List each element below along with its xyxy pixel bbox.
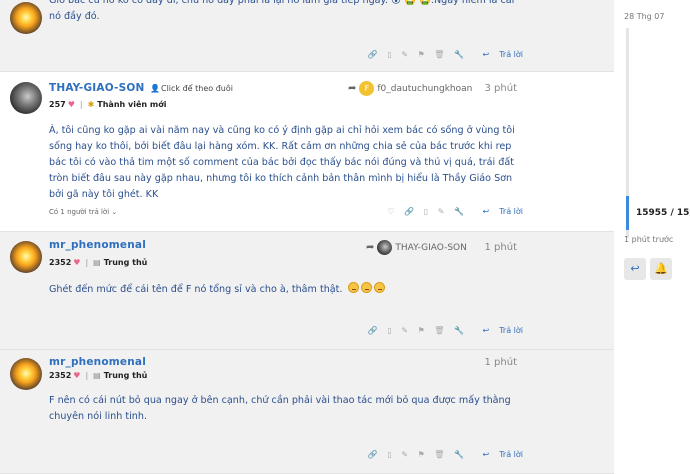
post: mr_phenomenal 2352 ♥ | ▤ Trung thủ 1 phút F … xyxy=(0,350,614,474)
reply-to-link[interactable]: ➦ THAY-GIAO-SON xyxy=(366,240,467,255)
replies-toggle[interactable]: Có 1 người trả lời ⌄ xyxy=(49,208,117,216)
emoji-icon xyxy=(373,282,385,293)
reply-arrow-icon: ➦ xyxy=(366,242,375,253)
timeline-position: 15955 / 1599 xyxy=(636,208,690,218)
avatar[interactable] xyxy=(10,358,42,390)
bookmark-icon[interactable]: ▯ xyxy=(424,207,428,216)
post-actions: 🔗 ▯ ✎ ⚑ 🗑 🔧 ↩ Trả lời xyxy=(361,450,523,459)
reply-topic-button[interactable]: ↩ xyxy=(624,258,646,280)
post-actions: ♡ 🔗 ▯ ✎ 🔧 ↩ Trả lời xyxy=(381,207,523,216)
reply-arrow-icon: ↩ xyxy=(482,207,490,216)
bookmark-icon[interactable]: ▯ xyxy=(387,450,391,459)
avatar[interactable] xyxy=(10,82,42,114)
badge-icon: ▤ xyxy=(93,258,101,267)
post-body: À, tôi cũng ko gặp ai vài năm nay và cũn… xyxy=(49,125,515,200)
reply-arrow-icon: ↩ xyxy=(482,50,490,59)
post-stream: Gió bác cứ nó ko có đầy đi, chứ nó đầy p… xyxy=(0,0,614,474)
edit-icon[interactable]: ✎ xyxy=(438,207,445,216)
reply-to-avatar: F xyxy=(359,81,375,96)
wrench-icon[interactable]: 🔧 xyxy=(454,326,464,335)
edit-icon[interactable]: ✎ xyxy=(401,50,408,59)
link-icon[interactable]: 🔗 xyxy=(368,50,378,59)
username[interactable]: mr_phenomenal xyxy=(49,239,146,251)
reply-button[interactable]: ↩ Trả lời xyxy=(476,207,524,216)
chevron-down-icon: ⌄ xyxy=(111,208,118,216)
reply-arrow-icon: ↩ xyxy=(482,450,490,459)
link-icon[interactable]: 🔗 xyxy=(368,326,378,335)
delete-icon[interactable]: 🗑 xyxy=(434,450,444,459)
post-time[interactable]: 3 phút xyxy=(485,83,518,94)
link-icon[interactable]: 🔗 xyxy=(368,450,378,459)
avatar[interactable] xyxy=(10,241,42,273)
timeline-sidebar: 28 Thg 07 15955 / 1599 1 phút trước ↩ 🔔 xyxy=(614,0,690,474)
timeline-date[interactable]: 28 Thg 07 xyxy=(624,12,664,21)
post-actions: 🔗 ▯ ✎ ⚑ 🗑 🔧 ↩ Trả lời xyxy=(361,326,523,335)
flag-icon[interactable]: ⚑ xyxy=(418,450,425,459)
user-add-icon: 👤 xyxy=(150,84,160,93)
link-icon[interactable]: 🔗 xyxy=(404,207,414,216)
avatar[interactable] xyxy=(10,2,42,34)
reply-button[interactable]: ↩ Trả lời xyxy=(476,50,524,59)
edit-icon[interactable]: ✎ xyxy=(401,326,408,335)
reply-arrow-icon: ↩ xyxy=(482,326,490,335)
delete-icon[interactable]: 🗑 xyxy=(434,326,444,335)
reply-button[interactable]: ↩ Trả lời xyxy=(476,450,524,459)
reply-to-avatar xyxy=(377,240,393,255)
reply-button[interactable]: ↩ Trả lời xyxy=(476,326,524,335)
timeline-handle[interactable] xyxy=(626,196,629,230)
notifications-button[interactable]: 🔔 xyxy=(650,258,672,280)
heart-icon: ♥ xyxy=(73,258,81,267)
post: THAY-GIAO-SON 👤Click để theo đuôi 257 ♥ | ✱… xyxy=(0,72,614,232)
username[interactable]: THAY-GIAO-SON xyxy=(49,82,145,94)
wrench-icon[interactable]: 🔧 xyxy=(454,207,464,216)
user-stats: 257 ♥ | ✱ Thành viên mới xyxy=(49,100,167,109)
user-stats: 2352 ♥ | ▤ Trung thủ xyxy=(49,371,148,380)
follow-button[interactable]: 👤Click để theo đuôi xyxy=(150,84,233,93)
reply-arrow-icon: ↩ xyxy=(630,262,640,275)
post: mr_phenomenal 2352 ♥ | ▤ Trung thủ ➦ THAY-GIA… xyxy=(0,232,614,350)
delete-icon[interactable]: 🗑 xyxy=(434,50,444,59)
wrench-icon[interactable]: 🔧 xyxy=(454,50,464,59)
flag-icon[interactable]: ⚑ xyxy=(418,50,425,59)
wrench-icon[interactable]: 🔧 xyxy=(454,450,464,459)
bell-icon: 🔔 xyxy=(654,262,668,275)
heart-icon: ♥ xyxy=(67,100,75,109)
heart-icon: ♥ xyxy=(73,371,81,380)
reply-to-link[interactable]: ➦ Ff0_dautuchungkhoan xyxy=(348,81,472,96)
edit-icon[interactable]: ✎ xyxy=(401,450,408,459)
username[interactable]: mr_phenomenal xyxy=(49,356,146,368)
post-actions: 🔗 ▯ ✎ ⚑ 🗑 🔧 ↩ Trả lời xyxy=(361,50,523,59)
post-time[interactable]: 1 phút xyxy=(485,242,518,253)
post-body: Gió bác cứ nó ko có đầy đi, chứ nó đầy p… xyxy=(49,0,515,22)
post-time[interactable]: 1 phút xyxy=(485,357,518,368)
user-stats: 2352 ♥ | ▤ Trung thủ xyxy=(49,258,148,267)
timeline-last-activity[interactable]: 1 phút trước xyxy=(624,235,673,244)
bookmark-icon[interactable]: ▯ xyxy=(387,326,391,335)
flag-icon[interactable]: ⚑ xyxy=(418,326,425,335)
badge-icon: ▤ xyxy=(93,371,101,380)
heart-outline-icon[interactable]: ♡ xyxy=(388,207,395,216)
reply-arrow-icon: ➦ xyxy=(348,83,357,94)
sparkle-icon: ✱ xyxy=(87,100,95,109)
bookmark-icon[interactable]: ▯ xyxy=(387,50,391,59)
emoji-icon xyxy=(347,282,359,293)
post-body: Ghét đến mức để cái tên để F nó tổng sỉ … xyxy=(49,282,519,298)
post-body: F nên có cái nút bỏ qua ngay ở bên cạnh,… xyxy=(49,395,511,422)
emoji-icon xyxy=(360,282,372,293)
post-top: Gió bác cứ nó ko có đầy đi, chứ nó đầy p… xyxy=(0,0,614,72)
